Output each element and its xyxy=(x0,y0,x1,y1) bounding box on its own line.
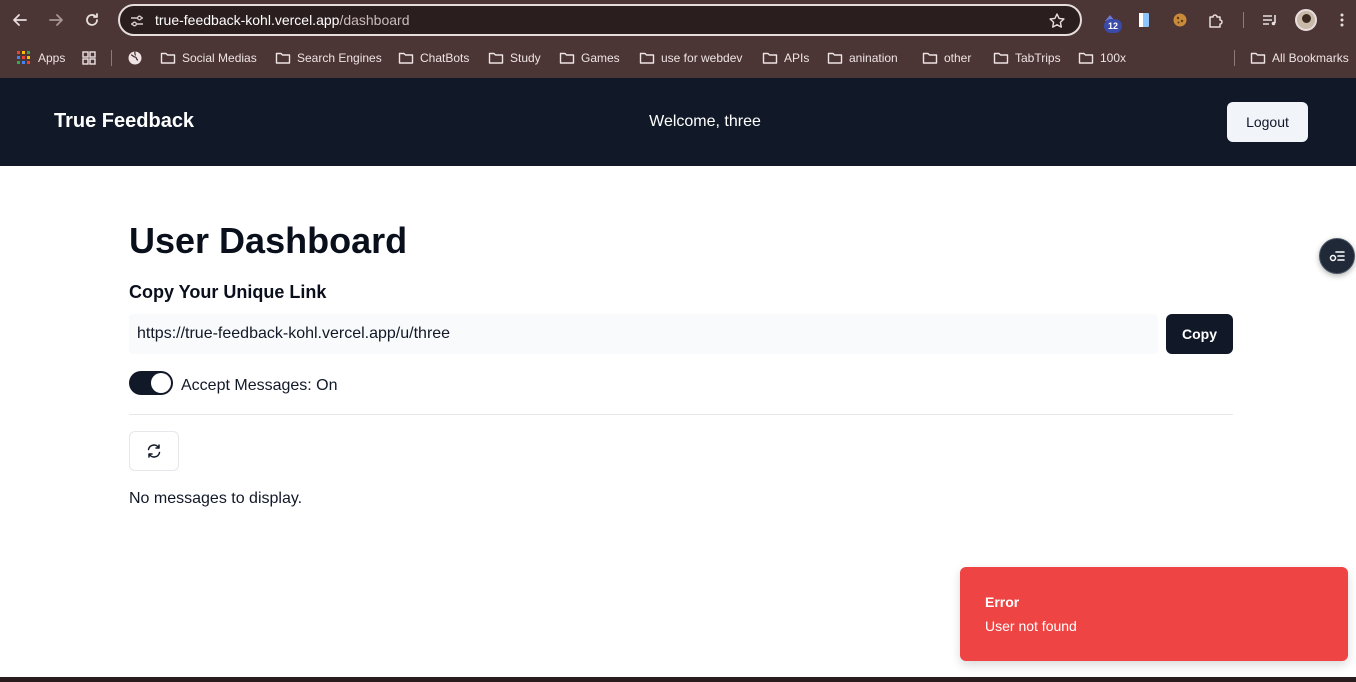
extensions-menu-button[interactable] xyxy=(1205,9,1227,31)
extension-badge: 12 xyxy=(1104,19,1122,33)
bookmark-label: Social Medias xyxy=(182,51,257,65)
apps-grid-icon xyxy=(17,51,30,64)
refresh-messages-button[interactable] xyxy=(129,431,179,471)
bookmark-label: Search Engines xyxy=(297,51,382,65)
bookmark-folder-social-medias[interactable]: Social Medias xyxy=(160,48,257,68)
bookmark-folder-chatbots[interactable]: ChatBots xyxy=(398,48,469,68)
all-bookmarks-button[interactable]: All Bookmarks xyxy=(1250,48,1349,68)
folder-icon xyxy=(1250,52,1266,64)
playlist-icon xyxy=(1263,15,1276,26)
bookmark-label: ChatBots xyxy=(420,51,470,65)
bookmark-label: Study xyxy=(510,51,541,65)
bookmark-label: APIs xyxy=(784,51,810,65)
list-settings-icon xyxy=(1329,251,1345,262)
bookmark-label: 100x xyxy=(1100,51,1127,65)
back-button[interactable] xyxy=(8,8,32,32)
bookmark-label: Apps xyxy=(38,51,66,65)
reload-icon xyxy=(86,13,98,26)
bookmark-folder-search-engines[interactable]: Search Engines xyxy=(275,48,382,68)
switch-knob xyxy=(151,373,171,393)
separator xyxy=(129,414,1233,415)
bookmark-folder-study[interactable]: Study xyxy=(488,48,541,68)
media-controls-button[interactable] xyxy=(1259,9,1281,31)
url-path: /dashboard xyxy=(339,12,410,28)
bookmark-globe[interactable] xyxy=(127,48,143,68)
browser-menu-button[interactable] xyxy=(1331,9,1353,31)
globe-icon xyxy=(128,51,142,65)
page-title: User Dashboard xyxy=(129,220,408,261)
bookmark-apps[interactable]: Apps xyxy=(16,48,65,68)
bookmark-folder-tabtrips[interactable]: TabTrips xyxy=(993,48,1061,68)
bookmarks-separator xyxy=(1234,50,1235,66)
bookmark-folder-use-for-webdev[interactable]: use for webdev xyxy=(639,48,742,68)
forward-button[interactable] xyxy=(44,8,68,32)
bookmarks-bar: Apps Social Medias Search Engines ChatBo… xyxy=(0,44,1356,72)
site-settings-icon[interactable] xyxy=(129,13,145,29)
folder-icon xyxy=(488,52,504,64)
bookmark-label: Games xyxy=(581,51,620,65)
extension-button[interactable] xyxy=(1169,9,1191,31)
bookmark-label: use for webdev xyxy=(661,51,743,65)
refresh-icon xyxy=(147,444,161,458)
folder-icon xyxy=(639,52,655,64)
app-header: True Feedback Welcome, three Logout xyxy=(0,78,1356,166)
welcome-text: Welcome, three xyxy=(649,113,761,130)
toolbar-separator xyxy=(1243,12,1244,28)
browser-chrome: true-feedback-kohl.vercel.app/dashboard … xyxy=(0,0,1356,78)
folder-icon xyxy=(762,52,778,64)
folder-icon xyxy=(827,52,843,64)
url-host: true-feedback-kohl.vercel.app xyxy=(155,12,340,28)
arrow-right-icon xyxy=(49,14,63,26)
toast-description: User not found xyxy=(985,618,1077,634)
unique-link-heading: Copy Your Unique Link xyxy=(129,282,327,302)
folder-icon xyxy=(275,52,291,64)
empty-messages-text: No messages to display. xyxy=(129,490,303,507)
bookmark-folder-100x[interactable]: 100x xyxy=(1078,48,1126,68)
logout-button[interactable]: Logout xyxy=(1227,102,1308,142)
folder-icon xyxy=(559,52,575,64)
folder-icon xyxy=(1078,52,1094,64)
folder-icon xyxy=(160,52,176,64)
cookie-icon xyxy=(1173,13,1187,27)
browser-toolbar: true-feedback-kohl.vercel.app/dashboard … xyxy=(0,0,1356,40)
bookmark-label: other xyxy=(944,51,972,65)
folder-icon xyxy=(993,52,1009,64)
document-icon xyxy=(1139,13,1149,27)
bookmark-grid[interactable] xyxy=(81,48,97,68)
unique-link-input[interactable] xyxy=(129,314,1158,354)
bookmarks-separator xyxy=(111,50,112,66)
bookmark-folder-anination[interactable]: anination xyxy=(827,48,898,68)
puzzle-icon xyxy=(1209,14,1223,28)
kebab-menu-icon xyxy=(1340,13,1344,27)
toast-title: Error xyxy=(985,594,1020,610)
profile-avatar[interactable] xyxy=(1295,9,1317,31)
folder-icon xyxy=(922,52,938,64)
grid-icon xyxy=(82,51,96,65)
all-bookmarks-label: All Bookmarks xyxy=(1272,51,1349,65)
bookmark-label: anination xyxy=(849,51,898,65)
bookmark-star-icon[interactable] xyxy=(1048,12,1066,30)
url-text: true-feedback-kohl.vercel.app/dashboard xyxy=(155,12,410,28)
reload-button[interactable] xyxy=(80,8,104,32)
accept-messages-switch[interactable] xyxy=(129,371,173,395)
bookmark-folder-apis[interactable]: APIs xyxy=(762,48,809,68)
extension-button[interactable] xyxy=(1133,9,1155,31)
copy-button[interactable]: Copy xyxy=(1166,314,1233,354)
bookmark-label: TabTrips xyxy=(1015,51,1061,65)
floating-widget-button[interactable] xyxy=(1319,238,1355,274)
accept-messages-label: Accept Messages: On xyxy=(181,377,338,394)
folder-icon xyxy=(398,52,414,64)
bookmark-folder-games[interactable]: Games xyxy=(559,48,620,68)
address-bar[interactable]: true-feedback-kohl.vercel.app/dashboard xyxy=(118,4,1082,36)
window-bottom-edge xyxy=(0,677,1356,682)
bookmark-folder-other[interactable]: other xyxy=(922,48,971,68)
arrow-left-icon xyxy=(13,14,27,26)
error-toast[interactable]: Error User not found xyxy=(960,567,1348,661)
